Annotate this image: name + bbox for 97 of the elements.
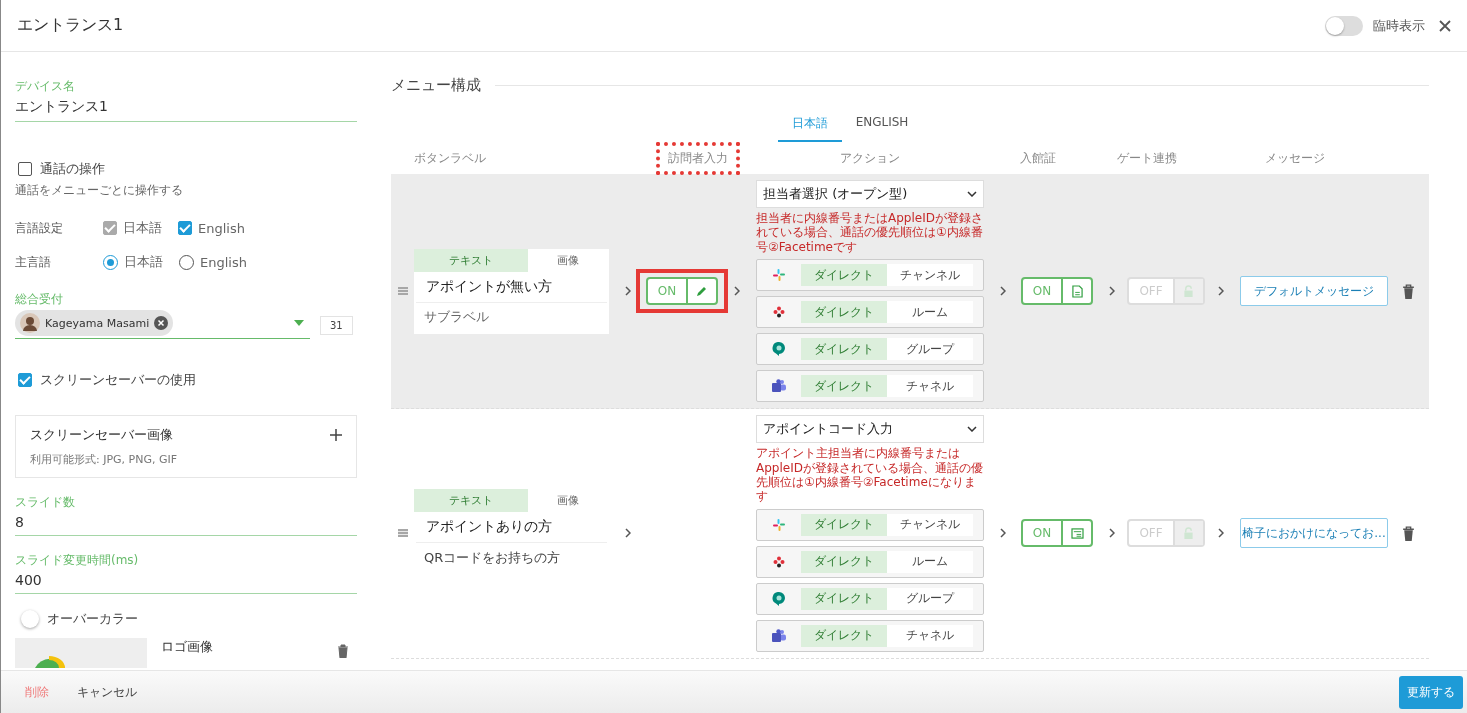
- checkbox-label: English: [198, 220, 245, 236]
- column-header: メッセージ: [1263, 150, 1326, 167]
- device-name-field[interactable]: デバイス名 エントランス1: [15, 78, 357, 122]
- team-icon: [772, 379, 786, 394]
- reception-field[interactable]: 総合受付 Kageyama Masami: [15, 291, 310, 339]
- section-title: メニュー構成: [391, 76, 481, 95]
- document-icon: [1071, 284, 1083, 298]
- action-select[interactable]: 担当者選択 (オープン型): [756, 180, 984, 208]
- channel-option[interactable]: ダイレクト: [801, 375, 887, 398]
- sublabel-input[interactable]: QRコードをお持ちの方: [414, 543, 609, 578]
- chevron-icon: [1217, 286, 1224, 297]
- channel-option[interactable]: ダイレクト: [801, 264, 887, 287]
- chevron-icon: [624, 286, 631, 297]
- chevron-icon: [1108, 528, 1115, 539]
- channel-option[interactable]: グループ: [887, 338, 973, 361]
- toggle-label: 臨時表示: [1373, 16, 1425, 35]
- trash-icon[interactable]: [1402, 283, 1415, 299]
- channel-option[interactable]: ダイレクト: [801, 587, 887, 610]
- team-icon: [772, 628, 786, 643]
- flower-icon: [773, 555, 785, 568]
- column-header: アクション: [839, 150, 901, 167]
- checkbox-label: スクリーンセーバーの使用: [40, 371, 196, 389]
- card-title: スクリーンセーバー画像: [30, 426, 173, 444]
- toggle-switch[interactable]: [21, 610, 39, 628]
- lock-icon: [1183, 284, 1195, 298]
- trash-icon[interactable]: [337, 644, 349, 658]
- chat-bubble-icon: [772, 591, 786, 606]
- chevron-icon: [1108, 286, 1115, 297]
- column-header: 入館証: [1019, 150, 1057, 167]
- chevron-icon: [1217, 528, 1224, 539]
- channel-option[interactable]: チャンネル: [887, 264, 973, 287]
- channel-option[interactable]: チャンネル: [887, 513, 973, 536]
- setting-label: 主言語: [15, 253, 52, 271]
- label-input[interactable]: アポイントありの方: [416, 512, 607, 544]
- channel-option[interactable]: ダイレクト: [801, 550, 887, 573]
- checkbox-label: 通話の操作: [40, 160, 105, 178]
- pencil-icon: [696, 285, 709, 298]
- channel-option[interactable]: ダイレクト: [801, 513, 887, 536]
- action-select[interactable]: アポイントコード入力: [756, 415, 984, 444]
- cancel-button[interactable]: キャンセル: [65, 677, 149, 707]
- message-button[interactable]: 椅子におかけになってお...: [1240, 518, 1388, 549]
- channel-option[interactable]: チャネル: [887, 375, 973, 398]
- toggle-label: オーバーカラー: [47, 610, 138, 628]
- dropdown-icon[interactable]: [294, 320, 304, 326]
- channel-option[interactable]: チャネル: [887, 624, 973, 647]
- channel-option[interactable]: グループ: [887, 587, 973, 610]
- slide-count-field[interactable]: スライド数 8: [15, 494, 357, 536]
- channel-option[interactable]: ダイレクト: [801, 624, 887, 647]
- logo-label: ロゴ画像: [161, 638, 214, 656]
- chat-bubble-icon: [772, 342, 786, 357]
- channel-option[interactable]: ルーム: [887, 301, 973, 324]
- column-header: ゲート連携: [1115, 150, 1178, 167]
- chevron-icon: [734, 286, 740, 297]
- avatar-icon: [20, 313, 40, 333]
- column-header: ボタンラベル: [414, 150, 487, 167]
- hint-text: 利用可能形式: JPG, PNG, GIF: [30, 452, 179, 467]
- radio-label: English: [200, 254, 247, 270]
- chevron-icon: [624, 528, 631, 539]
- channel-option[interactable]: ダイレクト: [801, 338, 887, 361]
- flower-icon: [773, 306, 785, 319]
- chevron-icon: [1000, 528, 1006, 539]
- language-tab[interactable]: 日本語: [777, 111, 842, 142]
- language-tab[interactable]: ENGLISH: [841, 111, 923, 142]
- lock-icon: [1183, 526, 1195, 540]
- card-icon: [1070, 527, 1084, 539]
- warning-text: アポイント主担当者に内線番号またはAppleIDが登録されている場合、通話の優先順位は①内線番号②Facetimeになります: [756, 446, 984, 504]
- channel-option[interactable]: ルーム: [887, 550, 973, 573]
- channel-option[interactable]: ダイレクト: [801, 301, 887, 324]
- add-icon[interactable]: [330, 429, 342, 441]
- radio-label: 日本語: [124, 253, 163, 271]
- count-field[interactable]: 31: [320, 316, 353, 335]
- drag-handle-icon[interactable]: [397, 287, 408, 296]
- pinwheel-icon: [773, 518, 785, 531]
- warning-text: 担当者に内線番号またはAppleIDが登録されている場合、通話の優先順位は①内線番号②Facetimeです: [756, 211, 984, 255]
- person-chip[interactable]: Kageyama Masami: [15, 310, 174, 336]
- message-button[interactable]: デフォルトメッセージ: [1240, 276, 1388, 307]
- sublabel-input[interactable]: サブラベル: [422, 306, 601, 326]
- mode-tab[interactable]: テキスト: [414, 248, 528, 272]
- checkbox[interactable]: [178, 221, 192, 235]
- pinwheel-icon: [773, 269, 785, 282]
- setting-label: 言語設定: [15, 219, 64, 237]
- close-icon[interactable]: [1439, 19, 1451, 32]
- chevron-down-icon: [967, 191, 977, 197]
- mode-tab[interactable]: テキスト: [414, 489, 528, 513]
- toggle-switch[interactable]: [1325, 15, 1363, 36]
- checkbox[interactable]: [18, 373, 32, 387]
- checkbox-label: 日本語: [123, 219, 162, 237]
- drag-handle-icon[interactable]: [397, 529, 408, 538]
- chevron-down-icon: [967, 426, 977, 433]
- chevron-icon: [1000, 286, 1006, 297]
- slide-interval-field[interactable]: スライド変更時間(ms) 400: [15, 552, 357, 594]
- hint-text: 通話をメニューごとに操作する: [15, 182, 184, 199]
- trash-icon[interactable]: [1402, 525, 1415, 541]
- label-input[interactable]: アポイントが無い方: [416, 271, 607, 303]
- window-title: エントランス1: [17, 15, 124, 36]
- checkbox[interactable]: [18, 162, 32, 176]
- remove-icon[interactable]: [154, 316, 169, 330]
